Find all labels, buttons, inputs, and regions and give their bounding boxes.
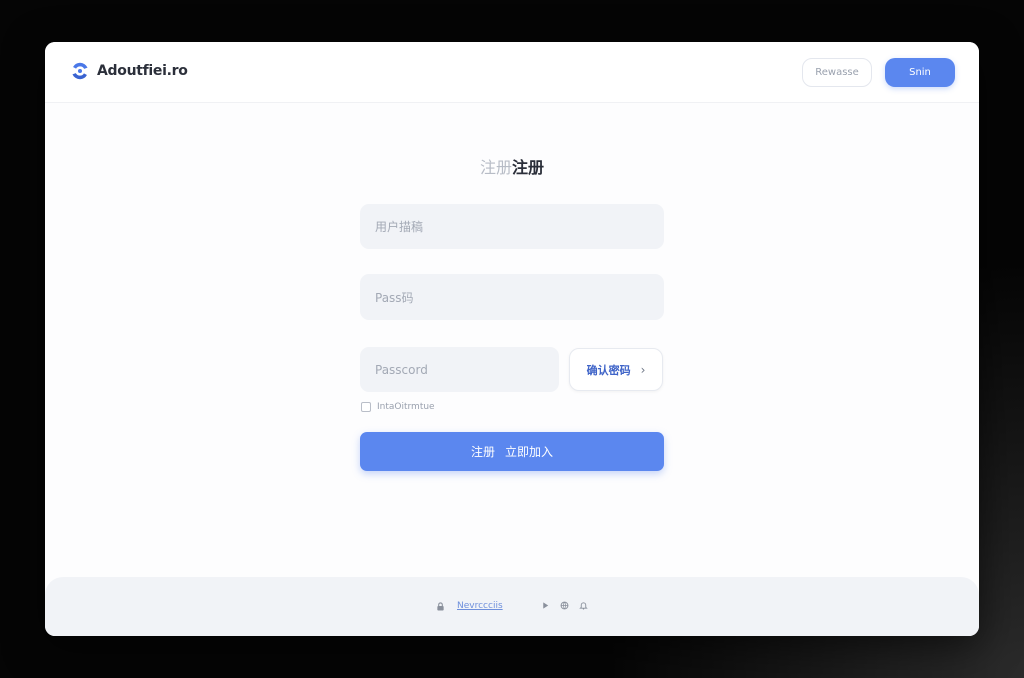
submit-label-primary: 注册 <box>470 445 495 459</box>
password-placeholder: Pass码 <box>375 290 414 305</box>
confirm-password-placeholder: Passcord <box>375 362 428 377</box>
username-field[interactable]: 用户描稿 <box>360 204 664 249</box>
agreement-label: IntaOitrmtue <box>377 402 435 412</box>
brand[interactable]: Adoutfiei.ro <box>69 60 188 82</box>
footer-link[interactable]: Nevrccciis <box>457 601 503 611</box>
footer: Nevrccciis <box>45 577 979 636</box>
username-placeholder: 用户描稿 <box>375 220 424 234</box>
agreement-checkbox[interactable] <box>361 402 371 412</box>
page-title-strong: 注册 <box>512 158 545 177</box>
globe-icon[interactable] <box>560 601 569 610</box>
submit-label-secondary: 立即加入 <box>505 445 554 459</box>
agreement-row: IntaOitrmtue <box>361 402 435 412</box>
confirm-password-button[interactable]: 确认密码 › <box>569 348 663 391</box>
secondary-header-button[interactable]: Rewasse <box>802 58 872 87</box>
register-submit-button[interactable]: 注册 立即加入 <box>360 432 664 471</box>
brand-logo-icon <box>72 62 88 80</box>
confirm-password-field[interactable]: Passcord <box>360 347 559 392</box>
confirm-password-button-label: 确认密码 <box>586 363 631 377</box>
top-navigation-bar: Adoutfiei.ro Rewasse Snin <box>45 42 979 103</box>
play-icon[interactable] <box>541 601 550 610</box>
bell-icon[interactable] <box>579 601 588 610</box>
lock-icon <box>436 601 445 611</box>
app-window: Adoutfiei.ro Rewasse Snin 注册注册 用户描稿 Pass… <box>45 42 979 636</box>
page-title-faded: 注册 <box>479 158 512 177</box>
footer-left: Nevrccciis <box>436 601 503 611</box>
primary-header-button[interactable]: Snin <box>885 58 955 87</box>
chevron-right-icon: › <box>640 362 646 377</box>
brand-name: Adoutfiei.ro <box>97 63 188 79</box>
password-field[interactable]: Pass码 <box>360 274 664 320</box>
footer-icons <box>541 601 588 610</box>
page-title: 注册注册 <box>45 154 979 178</box>
